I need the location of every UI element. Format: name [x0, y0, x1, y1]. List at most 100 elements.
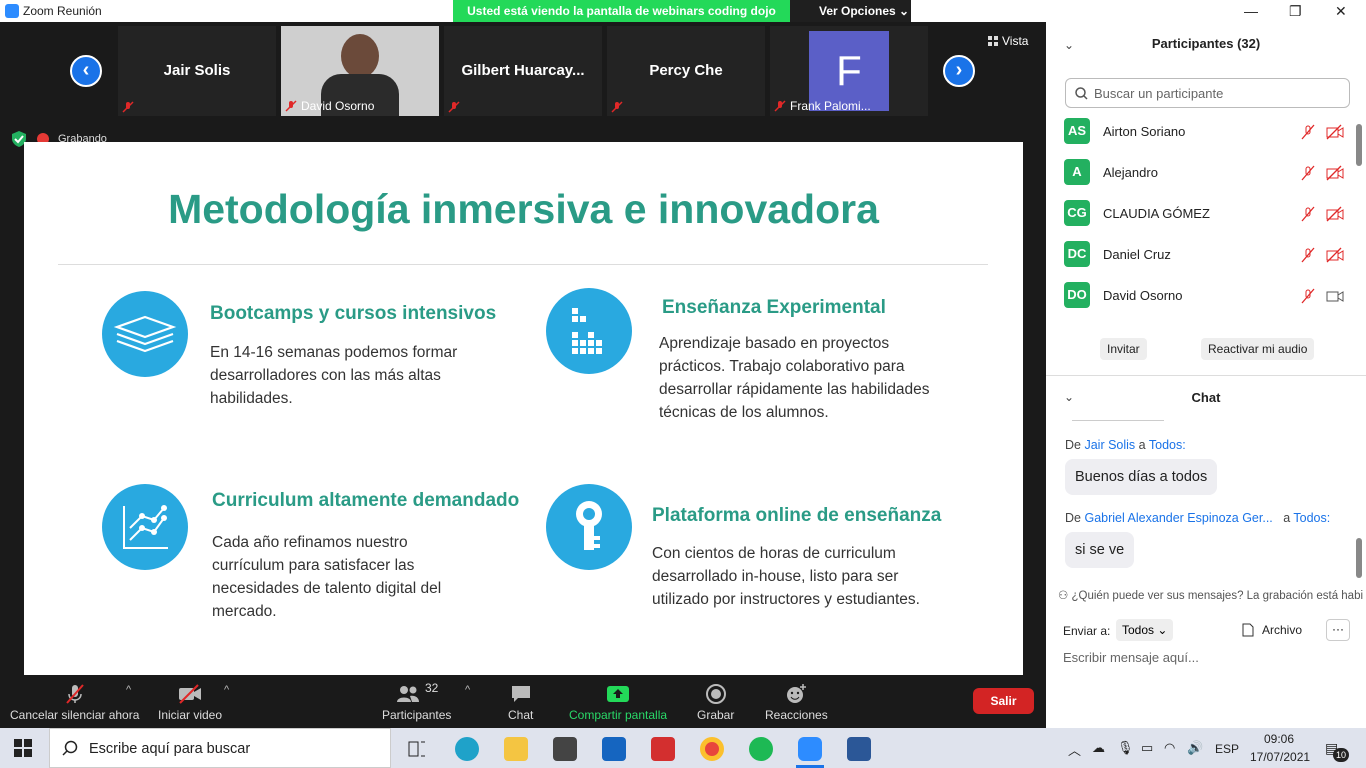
edge-browser-icon[interactable]: [455, 737, 479, 761]
video-tile[interactable]: Jair Solis: [118, 26, 276, 116]
video-off-icon: [1326, 124, 1344, 140]
participant-row[interactable]: AS Airton Soriano: [1064, 118, 1354, 148]
battery-icon[interactable]: ▭: [1141, 740, 1153, 756]
recipient-name[interactable]: Todos:: [1293, 511, 1330, 525]
divider: [58, 264, 988, 265]
gift-app-icon[interactable]: [651, 737, 675, 761]
start-video-button[interactable]: Iniciar video: [158, 683, 222, 722]
participant-row[interactable]: A Alejandro: [1064, 159, 1354, 189]
video-tile[interactable]: Percy Che: [607, 26, 765, 116]
participant-head: [341, 34, 379, 78]
restore-icon[interactable]: ❐: [1289, 3, 1302, 20]
view-options-label: Ver Opciones: [819, 4, 896, 18]
chat-button[interactable]: Chat: [508, 683, 533, 722]
participant-search-input[interactable]: Buscar un participante: [1065, 78, 1350, 108]
chat-scrollbar[interactable]: [1356, 538, 1362, 578]
mute-options-chevron-icon[interactable]: ^: [126, 684, 131, 696]
video-tile[interactable]: Gilbert Huarcay...: [444, 26, 602, 116]
chat-label: Chat: [508, 708, 534, 722]
chat-message: si se ve: [1065, 532, 1135, 568]
file-explorer-icon[interactable]: [504, 737, 528, 761]
chat-message-input[interactable]: Escribir mensaje aquí...: [1063, 650, 1199, 665]
participants-options-chevron-icon[interactable]: ^: [465, 684, 470, 696]
record-button[interactable]: Grabar: [697, 683, 734, 722]
close-icon[interactable]: ✕: [1335, 3, 1347, 20]
chat-sender: De Gabriel Alexander Espinoza Ger... a T…: [1065, 511, 1330, 525]
clock-time[interactable]: 09:06: [1264, 732, 1294, 746]
video-tile[interactable]: F Frank Palomi...: [770, 26, 928, 116]
store-icon[interactable]: [553, 737, 577, 761]
sender-name[interactable]: Jair Solis: [1084, 438, 1135, 452]
windows-start-icon[interactable]: [14, 739, 32, 757]
view-mode-button[interactable]: Vista: [988, 34, 1028, 48]
mic-muted-icon: [1301, 206, 1315, 222]
share-banner: Usted está viendo la pantalla de webinar…: [453, 0, 790, 22]
avatar: CG: [1064, 200, 1090, 226]
taskbar-search-input[interactable]: Escribe aquí para buscar: [49, 728, 391, 768]
reactions-button[interactable]: Reacciones: [765, 683, 828, 722]
file-label: Archivo: [1262, 623, 1303, 637]
tile-footer-name: David Osorno: [301, 99, 375, 113]
chart-icon: [102, 484, 188, 570]
participant-name: Alejandro: [1103, 165, 1158, 180]
chat-visibility-notice[interactable]: ⚇ ¿Quién puede ver sus mensajes? La grab…: [1058, 588, 1363, 602]
participants-scrollbar[interactable]: [1356, 124, 1362, 166]
participant-row[interactable]: DO David Osorno: [1064, 282, 1354, 312]
record-label: Grabar: [697, 708, 735, 722]
from-prefix: De: [1065, 438, 1081, 452]
video-icon: [1326, 291, 1344, 302]
share-screen-label: Compartir pantalla: [569, 708, 668, 722]
sidebar: [1046, 0, 1366, 728]
gallery-prev-button[interactable]: ‹: [70, 55, 102, 87]
video-off-icon: [1326, 206, 1344, 222]
mute-button[interactable]: Cancelar silenciar ahora: [10, 683, 139, 722]
participant-row[interactable]: DC Daniel Cruz: [1064, 241, 1354, 271]
task-view-icon[interactable]: [405, 737, 429, 761]
view-options-button[interactable]: Ver Opciones ⌄: [790, 0, 911, 22]
chevron-up-icon[interactable]: ︿: [1068, 740, 1081, 759]
search-icon: [62, 740, 78, 756]
clock-date[interactable]: 17/07/2021: [1250, 750, 1310, 764]
participant-row[interactable]: CG CLAUDIA GÓMEZ: [1064, 200, 1354, 230]
record-icon: [705, 684, 726, 704]
sender-name[interactable]: Gabriel Alexander Espinoza Ger...: [1084, 511, 1272, 525]
mail-icon[interactable]: [602, 737, 626, 761]
volume-icon[interactable]: 🔊: [1187, 740, 1203, 756]
smiley-plus-icon: [787, 684, 807, 703]
feature-title: Plataforma online de enseñanza: [652, 505, 942, 526]
slide-title: Metodología inmersiva e innovadora: [168, 186, 879, 232]
wifi-icon[interactable]: ◠: [1164, 740, 1175, 756]
search-placeholder: Buscar un participante: [1094, 86, 1224, 101]
unmute-me-button[interactable]: Reactivar mi audio: [1201, 338, 1315, 360]
invite-button[interactable]: Invitar: [1100, 338, 1147, 360]
tile-name: Jair Solis: [163, 62, 231, 79]
video-tile[interactable]: David Osorno: [281, 26, 439, 116]
participants-button[interactable]: 32 Participantes: [382, 681, 451, 722]
leave-button[interactable]: Salir: [973, 688, 1034, 714]
key-icon: [546, 484, 632, 570]
mic-muted-icon: [611, 101, 623, 113]
participant-name: Airton Soriano: [1103, 124, 1186, 139]
video-options-chevron-icon[interactable]: ^: [224, 684, 229, 696]
feature-body: Aprendizaje basado en proyectos práctico…: [659, 335, 930, 421]
mic-muted-icon: [448, 101, 460, 113]
language-indicator[interactable]: ESP: [1215, 742, 1239, 756]
file-button[interactable]: Archivo: [1242, 623, 1302, 637]
send-to-dropdown[interactable]: Todos ⌄: [1116, 619, 1174, 641]
feature-title: Enseñanza Experimental: [662, 297, 886, 318]
more-options-button[interactable]: ···: [1326, 619, 1350, 641]
zoom-logo-icon: [5, 4, 19, 18]
share-screen-button[interactable]: Compartir pantalla: [569, 683, 667, 722]
chrome-browser-icon[interactable]: [700, 737, 724, 761]
spotify-icon[interactable]: [749, 737, 773, 761]
zoom-app-icon[interactable]: [798, 737, 822, 761]
minimize-icon[interactable]: —: [1244, 3, 1258, 19]
recipient-name[interactable]: Todos:: [1149, 438, 1186, 452]
cloud-icon[interactable]: ☁: [1092, 740, 1105, 756]
mic-muted-icon: [285, 100, 297, 112]
feature-body: En 14-16 semanas podemos formar desarrol…: [210, 344, 458, 407]
word-app-icon[interactable]: [847, 737, 871, 761]
gallery-next-button[interactable]: ›: [943, 55, 975, 87]
to-prefix: a: [1283, 511, 1291, 525]
microphone-icon[interactable]: 🎙: [1117, 740, 1134, 756]
